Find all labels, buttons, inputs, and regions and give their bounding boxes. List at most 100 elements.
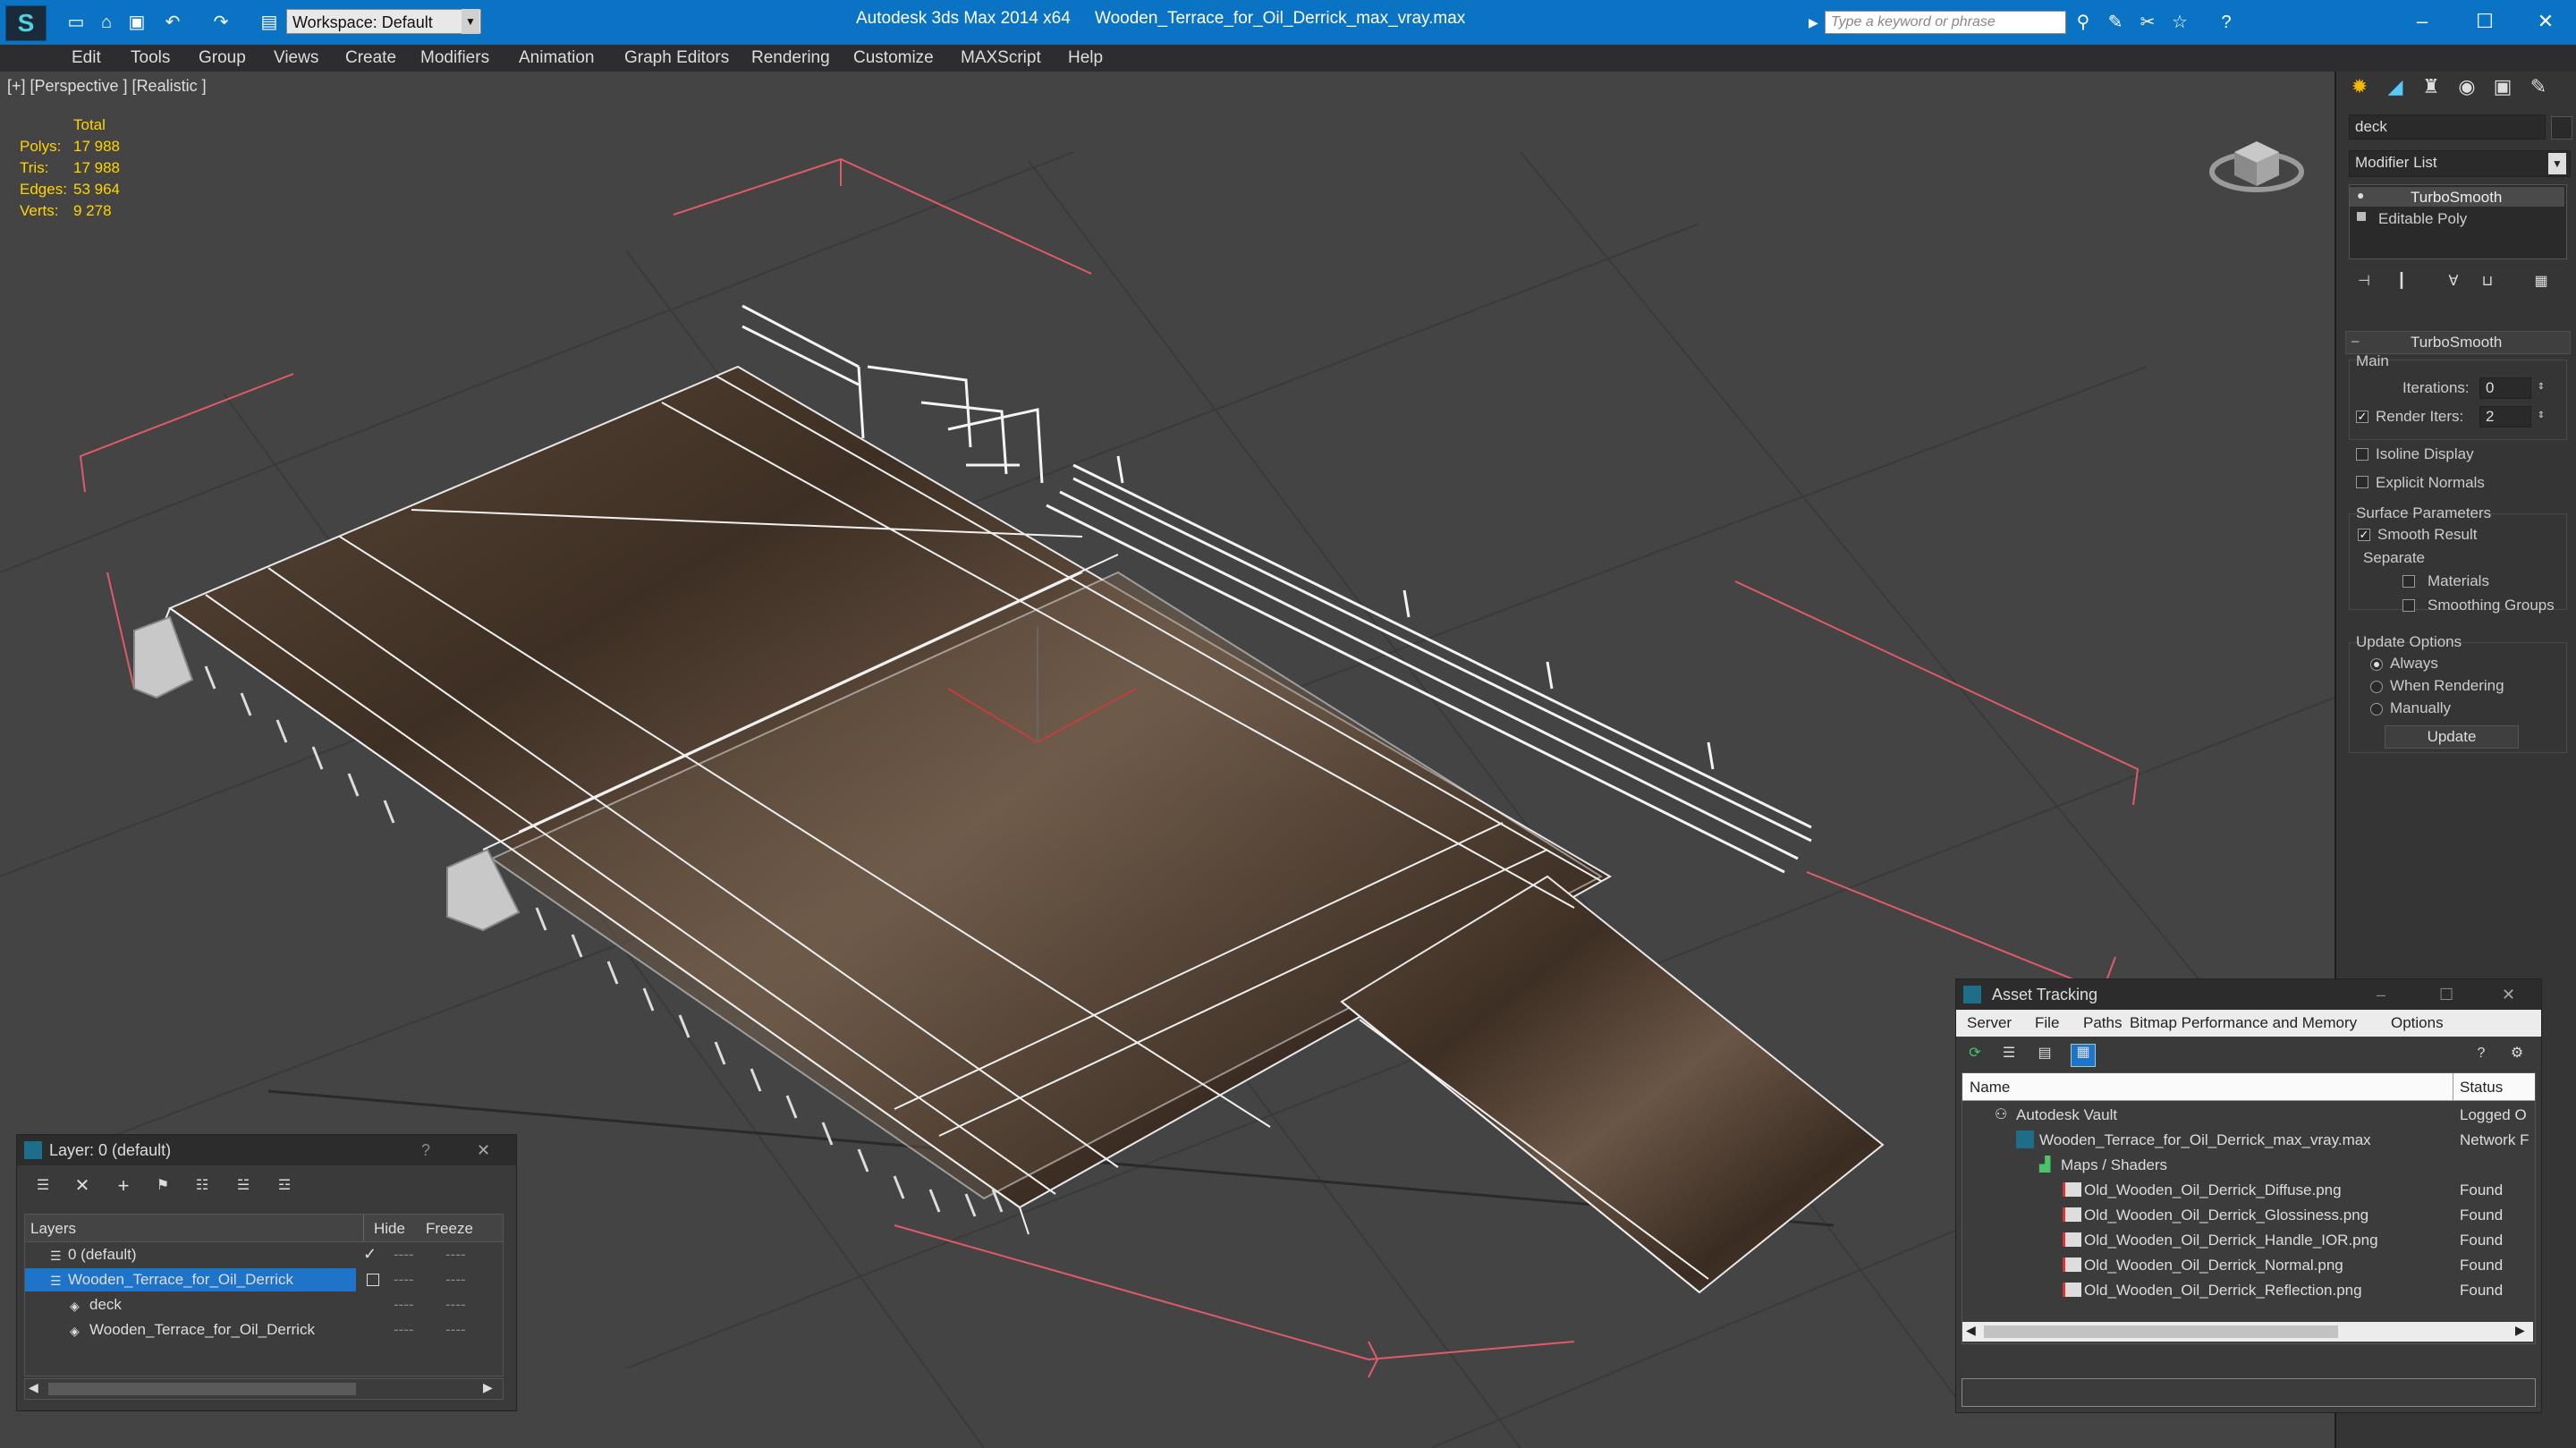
asset-menu-paths[interactable]: Paths <box>2083 1014 2122 1032</box>
active-layer-check-icon[interactable]: ✓ <box>363 1245 377 1264</box>
isoline-display-checkbox[interactable] <box>2356 448 2368 461</box>
vault-settings-icon[interactable]: ⚙ <box>2509 1046 2525 1062</box>
object-color-swatch[interactable] <box>2551 116 2572 140</box>
highlight-layer-icon[interactable]: ☷ <box>194 1178 210 1194</box>
active-layer-box-icon[interactable] <box>367 1274 379 1286</box>
menu-help[interactable]: Help <box>1068 45 1103 72</box>
favorites-icon[interactable]: ☆ <box>2168 12 2191 33</box>
explicit-normals-checkbox[interactable] <box>2356 476 2368 488</box>
asset-menu-file[interactable]: File <box>2035 1014 2059 1032</box>
menu-tools[interactable]: Tools <box>131 45 170 72</box>
scroll-thumb[interactable] <box>1984 1325 2338 1338</box>
stack-item-turbosmooth[interactable]: ● TurboSmooth <box>2350 187 2564 207</box>
binoculars-icon[interactable]: ⚲ <box>2072 12 2095 33</box>
save-icon[interactable]: ▣ <box>125 12 148 33</box>
asset-row-handle-ior[interactable]: Old_Wooden_Oil_Derrick_Handle_IOR.png Fo… <box>1962 1227 2535 1252</box>
asset-menu-bitmap-performance[interactable]: Bitmap Performance and Memory <box>2130 1014 2357 1032</box>
pin-stack-icon[interactable]: ⊣ <box>2356 274 2372 290</box>
create-tab-icon[interactable]: ✹ <box>2347 77 2372 104</box>
column-name[interactable]: Name <box>1970 1079 2010 1097</box>
modifier-stack[interactable]: ● TurboSmooth Editable Poly <box>2349 184 2567 259</box>
menu-modifiers[interactable]: Modifiers <box>420 45 489 72</box>
smooth-result-checkbox[interactable]: ✓ <box>2358 529 2370 541</box>
close-icon[interactable]: ✕ <box>2502 979 2515 1010</box>
layer-row-wooden-terrace[interactable]: ☰ Wooden_Terrace_for_Oil_Derrick ---- --… <box>25 1268 503 1291</box>
hide-all-icon[interactable]: ☱ <box>235 1178 251 1194</box>
menu-rendering[interactable]: Rendering <box>751 45 830 72</box>
app-logo-icon[interactable]: S <box>5 5 47 41</box>
column-layers[interactable]: Layers <box>30 1220 76 1238</box>
menu-animation[interactable]: Animation <box>519 45 595 72</box>
project-folder-icon[interactable]: ▤ <box>258 12 281 33</box>
delete-layer-icon[interactable]: ✕ <box>74 1177 90 1195</box>
minimize-icon[interactable]: – <box>2404 5 2440 38</box>
asset-help-icon[interactable]: ? <box>2473 1046 2489 1062</box>
column-hide[interactable]: Hide <box>374 1220 405 1238</box>
menu-create[interactable]: Create <box>345 45 396 72</box>
search-expand-icon[interactable]: ▶ <box>1809 11 1823 34</box>
maximize-icon[interactable]: ☐ <box>2467 5 2503 38</box>
menu-maxscript[interactable]: MAXScript <box>961 45 1041 72</box>
lightbulb-icon[interactable]: ● <box>2357 188 2364 202</box>
display-tab-icon[interactable]: ▣ <box>2490 77 2515 104</box>
hierarchy-tab-icon[interactable]: ♜ <box>2419 77 2444 104</box>
modifier-list-dropdown[interactable]: Modifier List ▼ <box>2349 150 2571 177</box>
layer-row-default[interactable]: ☰ 0 (default) ✓ ---- ---- <box>25 1243 503 1266</box>
asset-panel-title-bar[interactable]: Asset Tracking – ☐ ✕ <box>1956 979 2541 1010</box>
remove-modifier-icon[interactable]: ⊔ <box>2479 274 2496 290</box>
layer-list[interactable]: Layers Hide Freeze ☰ 0 (default) ✓ ---- … <box>24 1214 504 1376</box>
viewport-label[interactable]: [+] [Perspective ] [Realistic ] <box>7 77 207 96</box>
stack-item-editable-poly[interactable]: Editable Poly <box>2350 208 2564 228</box>
object-row-deck[interactable]: ◈ deck ---- ---- <box>25 1293 503 1317</box>
layer-panel-title-bar[interactable]: Layer: 0 (default) ? ✕ <box>17 1135 516 1165</box>
scroll-left-icon[interactable]: ◀ <box>29 1380 38 1395</box>
smoothing-groups-checkbox[interactable] <box>2402 599 2415 612</box>
freeze-toggle[interactable]: ---- <box>445 1271 466 1289</box>
undo-icon[interactable]: ↶ <box>161 12 184 33</box>
new-layer-icon[interactable]: ☰ <box>35 1178 51 1194</box>
show-end-result-icon[interactable]: ┃ <box>2394 274 2410 290</box>
freeze-all-icon[interactable]: ☲ <box>276 1178 292 1194</box>
minimize-icon[interactable]: – <box>2377 979 2385 1010</box>
expand-icon[interactable] <box>2357 212 2366 221</box>
column-freeze[interactable]: Freeze <box>426 1220 473 1238</box>
menu-customize[interactable]: Customize <box>853 45 934 72</box>
asset-path-field[interactable] <box>1962 1378 2536 1407</box>
modify-tab-icon[interactable]: ◢ <box>2383 77 2408 104</box>
materials-checkbox[interactable] <box>2402 575 2415 588</box>
always-radio[interactable] <box>2370 658 2383 671</box>
iterations-spinner[interactable]: 0 <box>2479 377 2531 399</box>
menu-group[interactable]: Group <box>199 45 246 72</box>
maximize-icon[interactable]: ☐ <box>2439 979 2453 1010</box>
refresh-icon[interactable]: ⟳ <box>1967 1046 1983 1062</box>
update-button[interactable]: Update <box>2385 725 2519 749</box>
asset-row-vault[interactable]: ⚇ Autodesk Vault Logged O <box>1962 1102 2535 1127</box>
redo-icon[interactable]: ↷ <box>209 12 233 33</box>
scroll-right-icon[interactable]: ▶ <box>483 1380 493 1395</box>
spinner-arrows-icon[interactable]: ⇕ <box>2533 408 2549 424</box>
asset-list[interactable]: Name Status ⚇ Autodesk Vault Logged O Wo… <box>1962 1072 2536 1344</box>
asset-menu-options[interactable]: Options <box>2391 1014 2444 1032</box>
menu-graph-editors[interactable]: Graph Editors <box>624 45 729 72</box>
grid-view-icon[interactable]: ▦ <box>2071 1044 2096 1067</box>
scroll-right-icon[interactable]: ▶ <box>2515 1323 2525 1338</box>
configure-modifier-sets-icon[interactable]: ▦ <box>2533 274 2549 290</box>
menu-edit[interactable]: Edit <box>72 45 101 72</box>
asset-row-glossiness[interactable]: Old_Wooden_Oil_Derrick_Glossiness.png Fo… <box>1962 1202 2535 1227</box>
asset-row-maps-shaders[interactable]: ▟ Maps / Shaders <box>1962 1152 2535 1177</box>
workspace-dropdown[interactable]: Workspace: Default ▼ <box>286 9 481 34</box>
new-file-icon[interactable]: ▭ <box>64 12 88 33</box>
scroll-thumb[interactable] <box>48 1383 356 1395</box>
list-view-icon[interactable]: ☰ <box>2001 1046 2017 1062</box>
freeze-toggle[interactable]: ---- <box>445 1296 466 1314</box>
render-iters-checkbox[interactable]: ✓ <box>2356 411 2368 423</box>
layer-panel-help-icon[interactable]: ? <box>421 1135 430 1165</box>
asset-row-reflection[interactable]: Old_Wooden_Oil_Derrick_Reflection.png Fo… <box>1962 1277 2535 1302</box>
hide-toggle[interactable]: ---- <box>394 1296 414 1314</box>
render-iters-spinner[interactable]: 2 <box>2479 406 2531 428</box>
hide-toggle[interactable]: ---- <box>394 1271 414 1289</box>
object-name-field[interactable]: deck <box>2349 114 2546 140</box>
add-to-layer-icon[interactable]: + <box>115 1176 131 1196</box>
column-status[interactable]: Status <box>2460 1079 2503 1097</box>
select-objects-icon[interactable]: ⚑ <box>155 1178 171 1194</box>
